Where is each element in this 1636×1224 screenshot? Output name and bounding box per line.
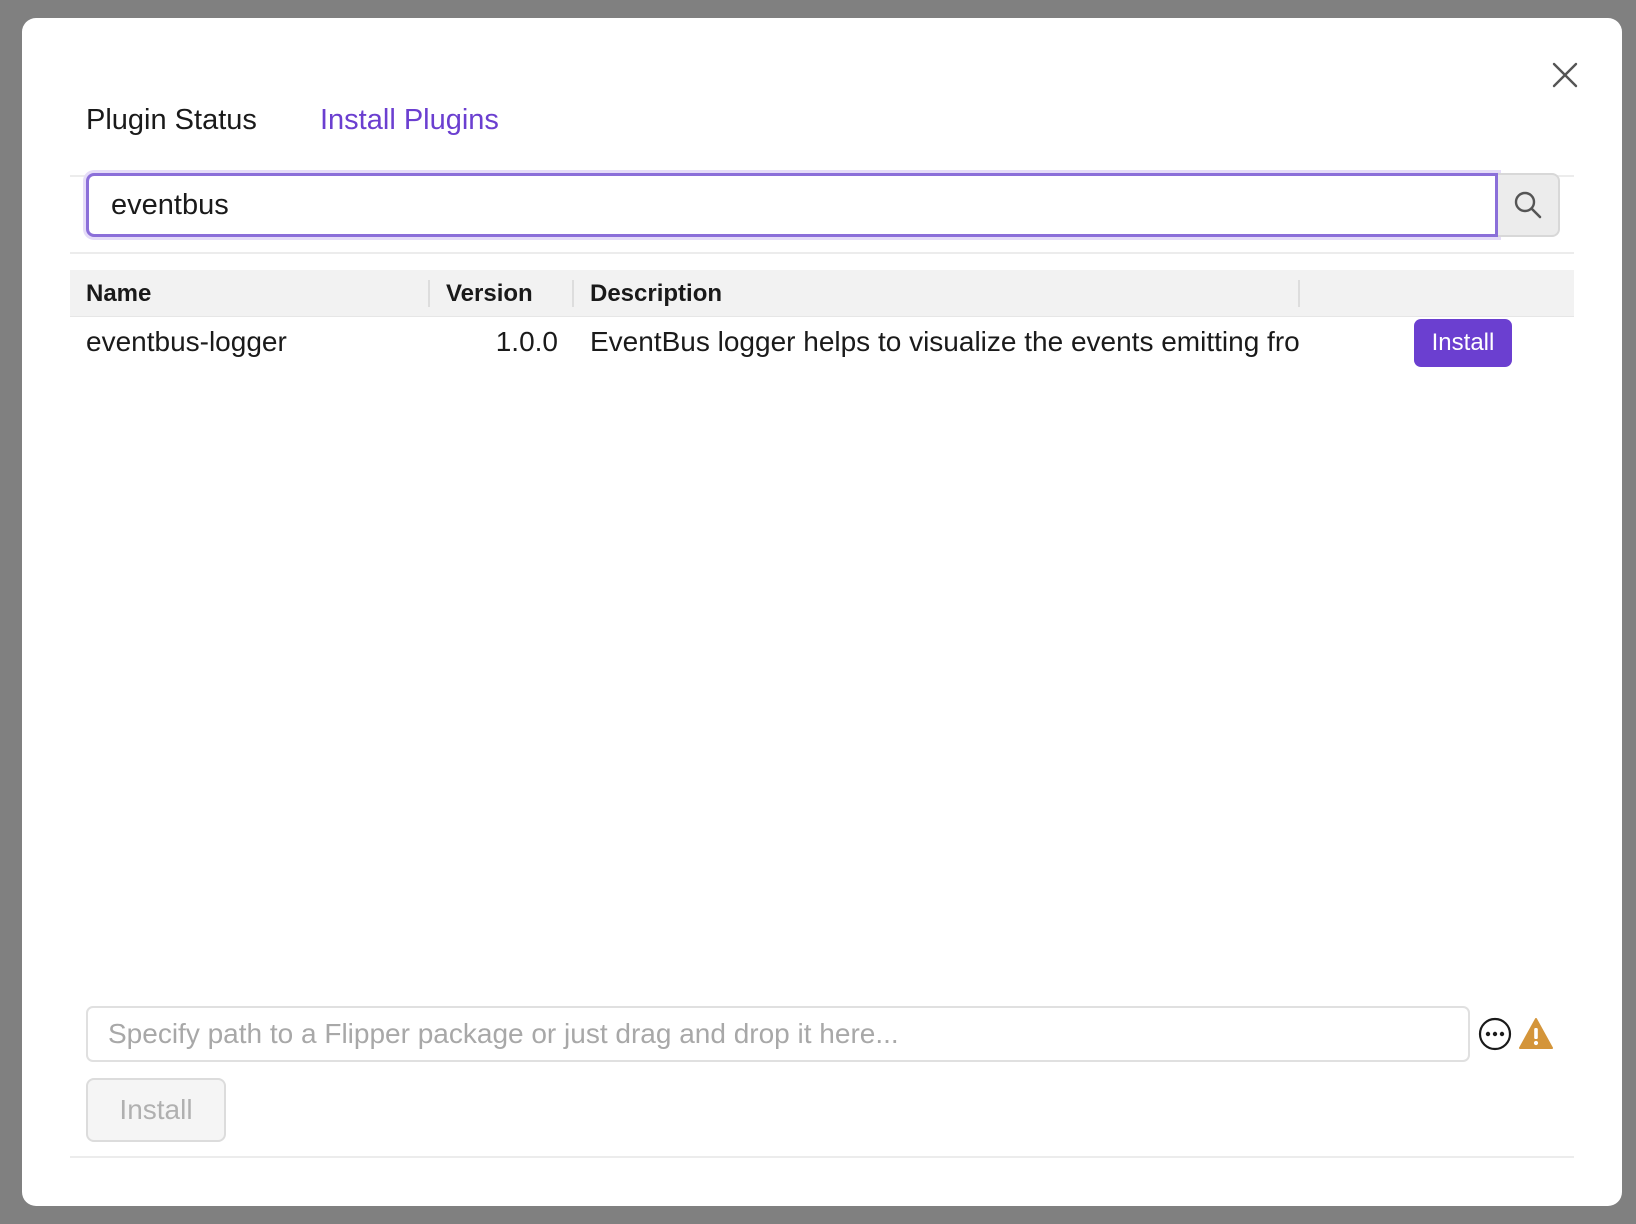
table-header: Name Version Description [70, 270, 1574, 317]
search-button[interactable] [1498, 173, 1560, 237]
column-resize-handle[interactable] [1298, 280, 1300, 307]
column-header-description[interactable]: Description [590, 270, 722, 317]
plugins-table: Name Version Description eventbus-logger… [70, 270, 1574, 367]
install-plugin-button[interactable]: Install [1414, 319, 1512, 367]
plugin-description: EventBus logger helps to visualize the e… [590, 326, 1300, 357]
divider [70, 252, 1574, 254]
table-row[interactable]: eventbus-logger 1.0.0 EventBus logger he… [70, 317, 1574, 367]
plugin-manager-dialog: Plugin Status Install Plugins Name Versi… [22, 18, 1622, 1206]
plugin-version: 1.0.0 [495, 326, 558, 357]
divider [70, 1156, 1574, 1158]
search-input[interactable] [86, 173, 1498, 237]
tab-install-plugins[interactable]: Install Plugins [320, 100, 499, 175]
tab-plugin-status[interactable]: Plugin Status [86, 100, 257, 175]
more-icon[interactable] [1477, 1016, 1513, 1052]
install-package-button[interactable]: Install [86, 1078, 226, 1142]
warning-icon [1518, 1016, 1554, 1052]
tab-bar: Plugin Status Install Plugins [70, 82, 1574, 177]
search-bar [86, 173, 1560, 237]
package-path-input[interactable] [86, 1006, 1470, 1062]
search-icon [1514, 191, 1542, 219]
plugin-name: eventbus-logger [86, 326, 287, 357]
column-header-name[interactable]: Name [86, 270, 151, 317]
column-resize-handle[interactable] [428, 280, 430, 307]
column-header-version[interactable]: Version [446, 270, 533, 317]
column-resize-handle[interactable] [572, 280, 574, 307]
